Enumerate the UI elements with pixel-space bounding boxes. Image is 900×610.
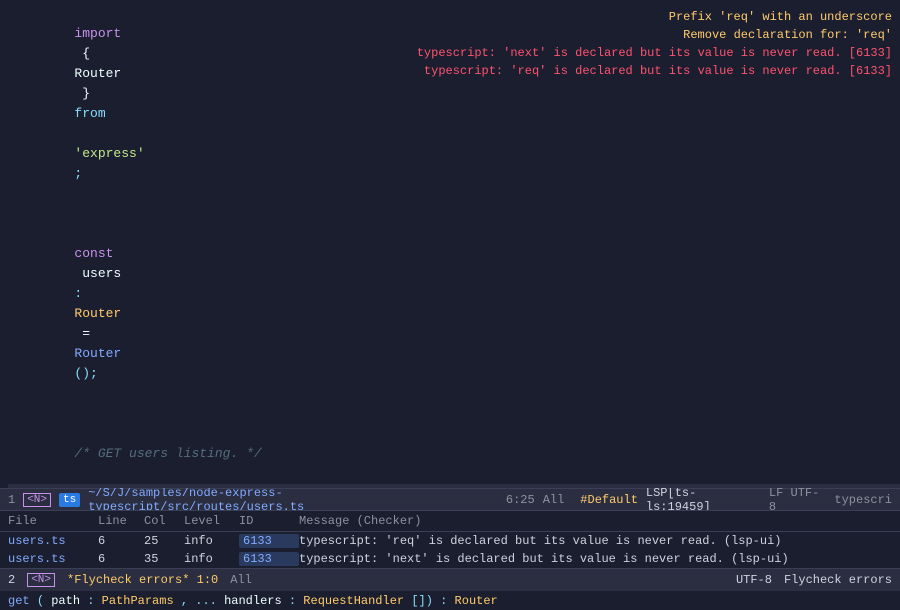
colorscheme: #Default	[580, 493, 638, 507]
col-id: ID	[239, 514, 299, 528]
diagnostics-overlay: Prefix 'req' with an underscore Remove d…	[417, 8, 892, 80]
diag-row-2[interactable]: users.ts 6 35 info 6133 typescript: 'nex…	[0, 550, 900, 568]
bottom-mode-badge: <N>	[27, 573, 55, 587]
line-number-main: 1	[8, 493, 15, 507]
col-file: File	[8, 514, 98, 528]
diag-filename-1: users.ts	[8, 534, 98, 548]
code-line-2	[8, 204, 900, 224]
position: 6:25	[506, 493, 535, 507]
bottom-flycheck-right: Flycheck errors	[784, 573, 892, 587]
code-line-3: const users : Router = Router ();	[8, 224, 900, 404]
line-number-bottom: 2	[8, 573, 15, 587]
selection: All	[543, 493, 565, 507]
diag-row-1[interactable]: users.ts 6 25 info 6133 typescript: 'req…	[0, 532, 900, 550]
code-line-6: users . get (' / ', function ( req , res…	[8, 484, 900, 488]
filetype: typescri	[834, 493, 892, 507]
status-bar-bottom: 2 <N> *Flycheck errors* 1:0 All UTF-8 Fl…	[0, 568, 900, 590]
diag-filename-2: users.ts	[8, 552, 98, 566]
code-line-4	[8, 404, 900, 424]
diag-hint-2: Remove declaration for: 'req'	[417, 26, 892, 44]
diag-line-2: 6	[98, 552, 144, 566]
diag-id-1: 6133	[239, 534, 299, 548]
normal-mode-badge: <N>	[23, 493, 51, 507]
ts-badge: ts	[59, 493, 80, 507]
diag-msg-1: typescript: 'req' is declared but its va…	[299, 534, 892, 548]
col-col: Col	[144, 514, 184, 528]
bottom-selection: All	[230, 573, 252, 587]
diag-msg-2: typescript: 'next' is declared but its v…	[299, 552, 892, 566]
code-container: Prefix 'req' with an underscore Remove d…	[0, 4, 900, 488]
flycheck-errors-label: *Flycheck errors* 1:0	[67, 573, 218, 587]
diag-error-2: typescript: 'req' is declared but its va…	[417, 62, 892, 80]
col-line: Line	[98, 514, 144, 528]
code-line-5: /* GET users listing. */	[8, 424, 900, 484]
diag-level-1: info	[184, 534, 239, 548]
diag-col-2: 35	[144, 552, 184, 566]
status-bar-main: 1 <N> ts ~/S/J/samples/node-express-type…	[0, 488, 900, 510]
diag-level-2: info	[184, 552, 239, 566]
diag-line-1: 6	[98, 534, 144, 548]
bottom-encoding: UTF-8	[736, 573, 772, 587]
editor-area: Prefix 'req' with an underscore Remove d…	[0, 0, 900, 488]
diag-header: File Line Col Level ID Message (Checker)	[0, 511, 900, 532]
diag-panel: File Line Col Level ID Message (Checker)…	[0, 510, 900, 568]
diag-hint-1: Prefix 'req' with an underscore	[417, 8, 892, 26]
col-level: Level	[184, 514, 239, 528]
diag-error-1: typescript: 'next' is declared but its v…	[417, 44, 892, 62]
col-message: Message (Checker)	[299, 514, 892, 528]
echo-line: get ( path : PathParams , ... handlers :…	[0, 590, 900, 610]
diag-id-2: 6133	[239, 552, 299, 566]
diag-col-1: 25	[144, 534, 184, 548]
